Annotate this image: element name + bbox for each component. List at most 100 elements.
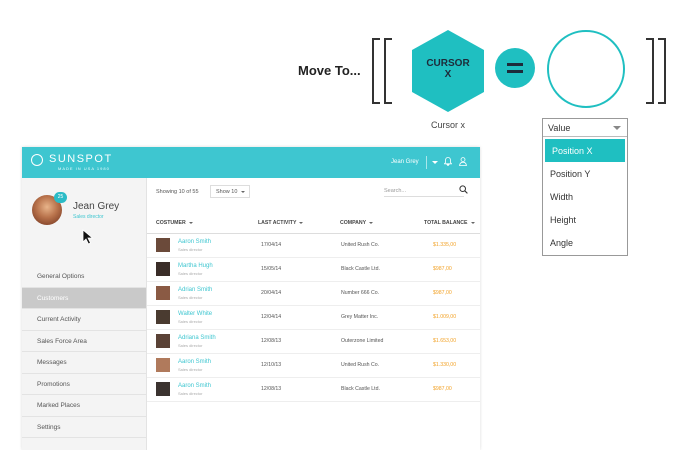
app-logo: SUNSPOT bbox=[49, 153, 113, 165]
user-profile-icon[interactable] bbox=[459, 157, 467, 168]
customer-name[interactable]: Adrian Smith bbox=[178, 287, 212, 293]
inner-left-bracket bbox=[384, 38, 392, 104]
customer-name[interactable]: Adriana Smith bbox=[178, 335, 216, 341]
total-balance: $987,00 bbox=[433, 386, 452, 392]
company: United Rush Co. bbox=[341, 242, 380, 248]
mouse-pointer-icon bbox=[82, 229, 94, 245]
main-content: Showing 10 of 55 Show 10 COSTUMER LAST A… bbox=[147, 178, 480, 450]
company: Black Castle Ltd. bbox=[341, 386, 380, 392]
last-activity: 20/04/14 bbox=[261, 290, 282, 296]
sidebar-nav: General Options Customers Current Activi… bbox=[22, 266, 146, 438]
notification-badge: 25 bbox=[54, 192, 67, 203]
cursor-block-caption: Cursor x bbox=[430, 120, 465, 130]
showing-count: Showing 10 of 55 bbox=[156, 189, 199, 195]
header-total-balance[interactable]: TOTAL BALANCE bbox=[424, 220, 475, 226]
total-balance: $1.653,00 bbox=[433, 338, 457, 344]
move-to-label: Move To... bbox=[298, 63, 361, 78]
header-costumer[interactable]: COSTUMER bbox=[156, 220, 193, 226]
sidebar-item-messages[interactable]: Messages bbox=[22, 352, 146, 374]
customer-role: Sales director bbox=[178, 319, 203, 324]
last-activity: 12/08/13 bbox=[261, 386, 282, 392]
row-avatar bbox=[156, 310, 170, 324]
table-row[interactable]: Aaron Smith Sales director 12/08/13 Blac… bbox=[147, 378, 480, 402]
dropdown-option-height[interactable]: Height bbox=[543, 208, 627, 231]
app-window: SUNSPOT MADE IN USA 1980 Jean Grey 25 Je… bbox=[22, 147, 480, 450]
dropdown-header[interactable]: Value bbox=[543, 119, 627, 137]
dropdown-selected-value: Value bbox=[548, 123, 571, 133]
outer-right-bracket bbox=[658, 38, 666, 104]
dropdown-option-width[interactable]: Width bbox=[543, 185, 627, 208]
row-avatar bbox=[156, 382, 170, 396]
customer-name[interactable]: Aaron Smith bbox=[178, 239, 211, 245]
equals-operator[interactable] bbox=[495, 48, 535, 88]
last-activity: 12/08/13 bbox=[261, 338, 282, 344]
table-row[interactable]: Aaron Smith Sales director 17/04/14 Unit… bbox=[147, 234, 480, 258]
customer-role: Sales director bbox=[178, 391, 203, 396]
sidebar-item-promotions[interactable]: Promotions bbox=[22, 374, 146, 395]
company: Grey Matter Inc. bbox=[341, 314, 379, 320]
search-icon[interactable] bbox=[459, 185, 468, 194]
sidebar-item-current-activity[interactable]: Current Activity bbox=[22, 309, 146, 331]
sidebar-item-general-options[interactable]: General Options bbox=[22, 266, 146, 288]
row-avatar bbox=[156, 262, 170, 276]
total-balance: $987,00 bbox=[433, 290, 452, 296]
sidebar-item-sales-force-area[interactable]: Sales Force Area bbox=[22, 331, 146, 352]
customer-role: Sales director bbox=[178, 367, 203, 372]
customer-role: Sales director bbox=[178, 247, 203, 252]
sidebar-user-name: Jean Grey bbox=[73, 201, 120, 212]
total-balance: $1.009,00 bbox=[433, 314, 457, 320]
bell-icon[interactable] bbox=[443, 157, 453, 168]
page-size-label: Show 10 bbox=[216, 189, 238, 195]
table-row[interactable]: Martha Hugh Sales director 15/05/14 Blac… bbox=[147, 258, 480, 282]
chevron-down-icon bbox=[613, 126, 621, 130]
customer-role: Sales director bbox=[178, 343, 203, 348]
total-balance: $987,00 bbox=[433, 266, 452, 272]
app-logo-tagline: MADE IN USA 1980 bbox=[58, 166, 110, 171]
customer-name[interactable]: Aaron Smith bbox=[178, 359, 211, 365]
customer-name[interactable]: Walter White bbox=[178, 311, 212, 317]
customer-name[interactable]: Aaron Smith bbox=[178, 383, 211, 389]
user-menu-caret-icon[interactable] bbox=[432, 161, 438, 164]
customers-table: COSTUMER LAST ACTIVITY COMPANY TOTAL BAL… bbox=[147, 214, 480, 402]
total-balance: $1.330,00 bbox=[433, 362, 457, 368]
topbar-user-name[interactable]: Jean Grey bbox=[391, 159, 419, 165]
dropdown-option-angle[interactable]: Angle bbox=[543, 231, 627, 254]
customer-role: Sales director bbox=[178, 295, 203, 300]
sun-logo-icon bbox=[31, 154, 43, 166]
sidebar-item-settings[interactable]: Settings bbox=[22, 417, 146, 438]
table-row[interactable]: Adriana Smith Sales director 12/08/13 Ou… bbox=[147, 330, 480, 354]
row-avatar bbox=[156, 334, 170, 348]
sidebar-item-marked-places[interactable]: Marked Places bbox=[22, 395, 146, 417]
company: Black Castle Ltd. bbox=[341, 266, 380, 272]
value-slot-circle[interactable] bbox=[547, 30, 625, 108]
table-row[interactable]: Walter White Sales director 12/04/14 Gre… bbox=[147, 306, 480, 330]
chevron-down-icon bbox=[241, 191, 245, 193]
table-row[interactable]: Aaron Smith Sales director 12/10/13 Unit… bbox=[147, 354, 480, 378]
value-dropdown[interactable]: Value Position X Position Y Width Height… bbox=[542, 118, 628, 256]
row-avatar bbox=[156, 358, 170, 372]
row-avatar bbox=[156, 286, 170, 300]
sidebar-user-role: Sales director bbox=[73, 214, 104, 220]
last-activity: 17/04/14 bbox=[261, 242, 282, 248]
customer-role: Sales director bbox=[178, 271, 203, 276]
last-activity: 12/04/14 bbox=[261, 314, 282, 320]
top-bar: SUNSPOT MADE IN USA 1980 Jean Grey bbox=[22, 147, 480, 178]
page-size-select[interactable]: Show 10 bbox=[210, 185, 250, 198]
dropdown-option-position-y[interactable]: Position Y bbox=[543, 162, 627, 185]
sidebar: 25 Jean Grey Sales director General Opti… bbox=[22, 178, 147, 450]
sidebar-item-customers[interactable]: Customers bbox=[22, 287, 146, 309]
outer-left-bracket bbox=[372, 38, 380, 104]
cursor-block-line1: CURSOR bbox=[426, 58, 470, 69]
header-last-activity[interactable]: LAST ACTIVITY bbox=[258, 220, 304, 226]
table-row[interactable]: Adrian Smith Sales director 20/04/14 Num… bbox=[147, 282, 480, 306]
company: Number 666 Co. bbox=[341, 290, 380, 296]
company: Outerzone Limited bbox=[341, 338, 384, 344]
last-activity: 15/05/14 bbox=[261, 266, 282, 272]
cursor-block-label: CURSOR X bbox=[412, 58, 484, 80]
search-input[interactable] bbox=[384, 186, 464, 197]
cursor-block-line2: X bbox=[444, 69, 452, 80]
header-company[interactable]: COMPANY bbox=[340, 220, 374, 226]
dropdown-option-position-x[interactable]: Position X bbox=[545, 139, 625, 162]
customer-name[interactable]: Martha Hugh bbox=[178, 263, 213, 269]
row-avatar bbox=[156, 238, 170, 252]
